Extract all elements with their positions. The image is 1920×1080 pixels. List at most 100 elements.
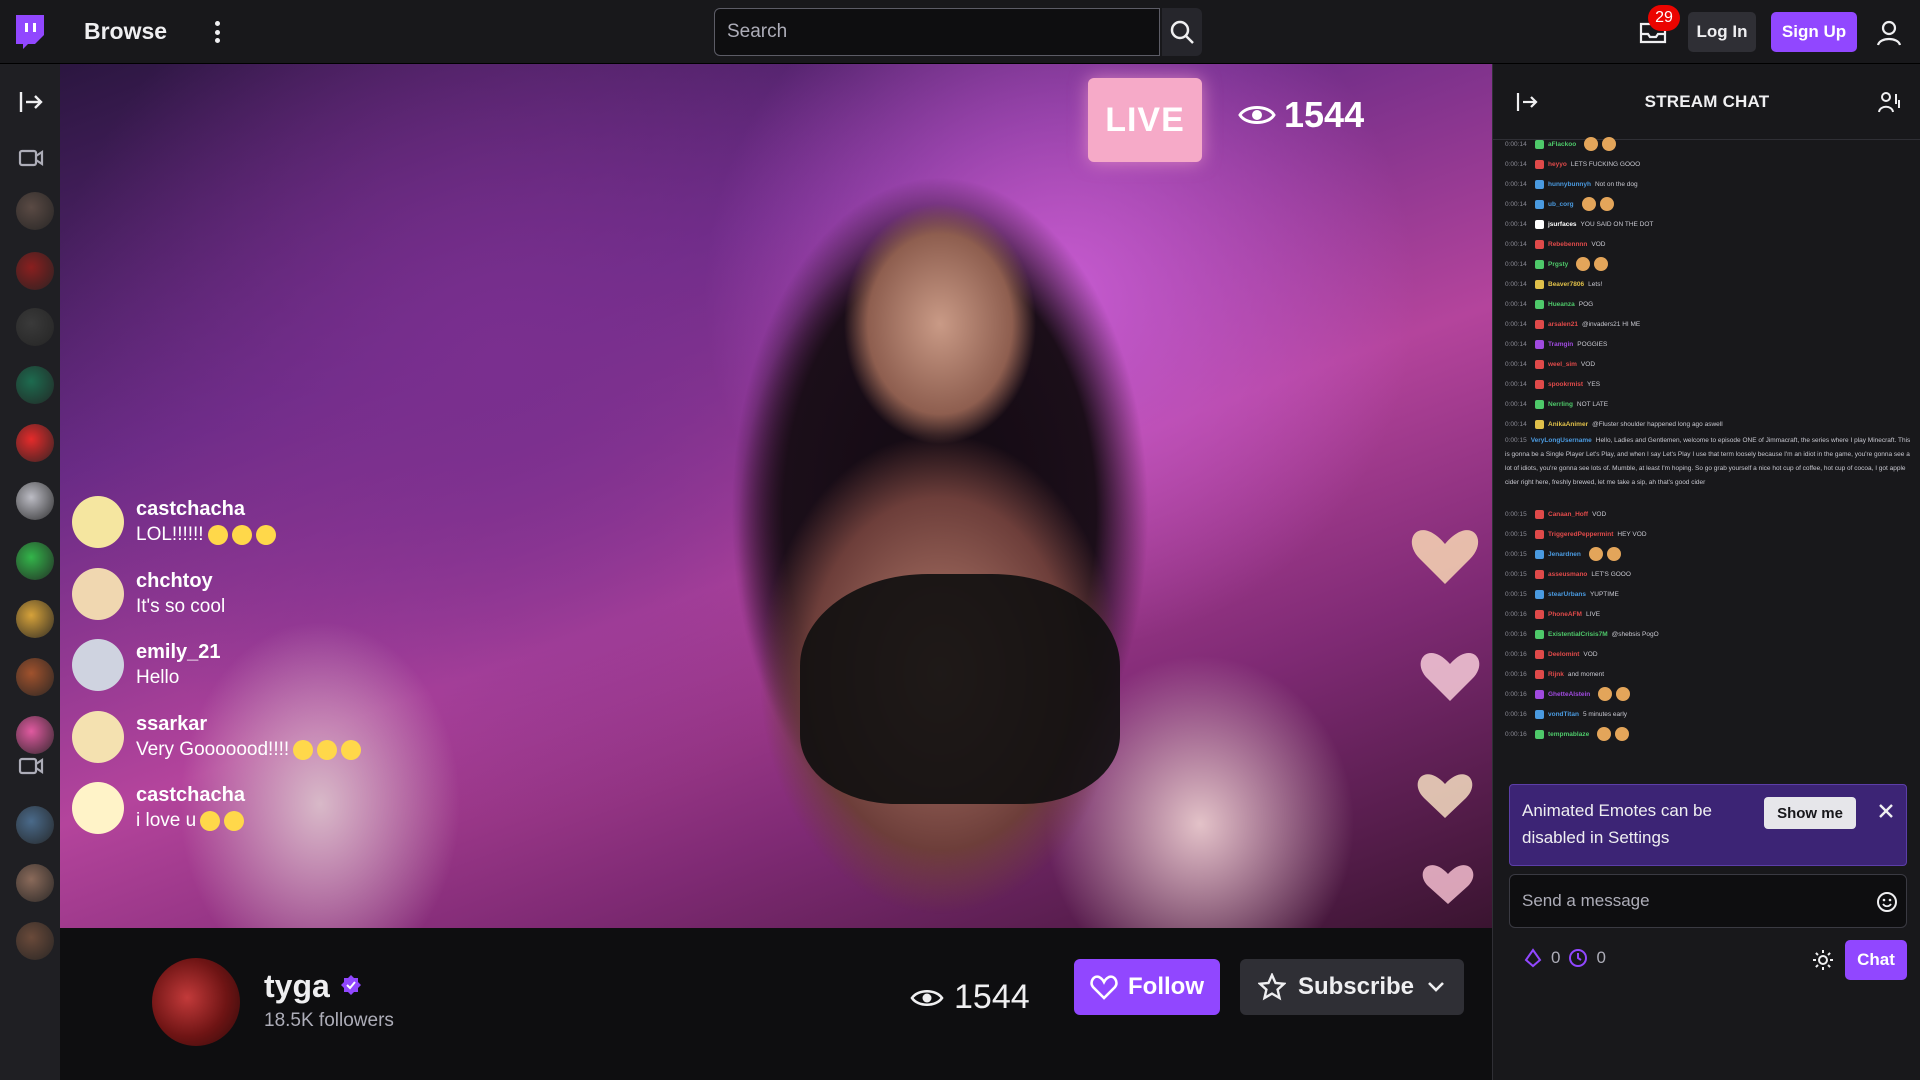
twitch-logo-icon[interactable] (12, 13, 46, 51)
chat-badge-icon (1535, 339, 1544, 349)
chat-line: 0:00:14 Tramgin POGGIES (1505, 334, 1913, 354)
chat-username[interactable]: Canaan_Hoff (1548, 511, 1588, 518)
overlay-message-body: emily_21 Hello (136, 639, 221, 691)
notice-text: Animated Emotes can be disabled in Setti… (1522, 801, 1712, 847)
sidebar-channel-avatar[interactable] (16, 864, 54, 902)
overlay-chat-message: castchacha i love u (72, 779, 245, 837)
sidebar-channel-avatar[interactable] (16, 806, 54, 844)
show-me-button[interactable]: Show me (1764, 797, 1856, 829)
overlay-chat-message: ssarkar Very Gooooood!!!! (72, 708, 362, 766)
sidebar-channel-avatar[interactable] (16, 658, 54, 696)
browse-link[interactable]: Browse (84, 18, 167, 45)
chat-timestamp: 0:00:15 (1505, 510, 1527, 518)
chat-username[interactable]: spookrmist (1548, 381, 1583, 388)
chat-message-text: Hello, Ladies and Gentlemen, welcome to … (1505, 437, 1911, 486)
chat-username[interactable]: asseusmano (1548, 571, 1587, 578)
search-field[interactable] (714, 8, 1160, 56)
chat-username[interactable]: arsalen21 (1548, 321, 1578, 328)
sidebar-channel-avatar[interactable] (16, 600, 54, 638)
chat-username[interactable]: AnikaAnimer (1548, 421, 1588, 428)
chat-username[interactable]: Tramgin (1548, 341, 1573, 348)
channel-points[interactable]: 0 0 (1523, 948, 1606, 968)
chat-username[interactable]: weel_sim (1548, 361, 1577, 368)
chat-username[interactable]: hunnybunnyh (1548, 181, 1591, 188)
video-player[interactable]: LIVE 1544 castchacha LOL!!!!!! chchtoy It's… (60, 64, 1492, 928)
sidebar-channel-avatar[interactable] (16, 192, 54, 230)
emote-picker-icon[interactable] (1876, 891, 1898, 913)
chat-username[interactable]: tempmablaze (1548, 731, 1589, 738)
chat-emote-icon (1602, 137, 1617, 151)
overlay-message-text: Very Gooooood!!!! (136, 739, 290, 760)
chat-timestamp: 0:00:15 (1505, 590, 1527, 598)
chat-username[interactable]: PhoneAFM (1548, 611, 1582, 618)
overlay-user-avatar (72, 711, 124, 763)
close-icon[interactable] (1876, 801, 1896, 821)
sidebar-channel-avatar[interactable] (16, 252, 54, 290)
floating-hearts-decoration (1411, 530, 1480, 904)
subscribe-button[interactable]: Subscribe (1240, 959, 1464, 1015)
chat-username[interactable]: Deelomint (1548, 651, 1579, 658)
search-button[interactable] (1162, 8, 1202, 56)
chat-username[interactable]: ub_corg (1548, 201, 1574, 208)
chat-input[interactable] (1510, 875, 1850, 927)
overlay-message-text: Hello (136, 667, 180, 688)
chat-username[interactable]: TriggeredPeppermint (1548, 531, 1613, 538)
sidebar-channel-avatar[interactable] (16, 482, 54, 520)
chat-message-text: HEY VOD (1617, 530, 1647, 538)
chat-username[interactable]: GhetteAlstein (1548, 691, 1590, 698)
user-menu-icon[interactable] (1874, 18, 1904, 48)
top-nav-bar: Browse 29 Log In Sign Up (0, 0, 1920, 64)
chat-username[interactable]: Nerrling (1548, 401, 1573, 408)
chat-username[interactable]: heyyo (1548, 161, 1567, 168)
chat-message-list[interactable]: 0:00:14 aFlackoo 0:00:14 heyyo LETS FUCKING … (1505, 134, 1913, 834)
chat-username[interactable]: stearUrbans (1548, 591, 1586, 598)
follow-button[interactable]: Follow (1074, 959, 1220, 1015)
chat-username[interactable]: Rijnk (1548, 671, 1564, 678)
chat-username[interactable]: Hueanza (1548, 301, 1575, 308)
chat-message-text: LIVE (1585, 610, 1601, 618)
chat-settings-gear-icon[interactable] (1811, 948, 1835, 972)
sidebar-channel-avatar[interactable] (16, 922, 54, 960)
overlay-viewer-number: 1544 (1284, 94, 1365, 135)
chat-timestamp: 0:00:14 (1505, 320, 1527, 328)
follow-label: Follow (1128, 973, 1204, 1000)
chat-badge-icon (1535, 239, 1544, 249)
sidebar-channel-avatar[interactable] (16, 542, 54, 580)
chat-message-field[interactable] (1509, 874, 1907, 928)
streamer-name[interactable]: tyga (264, 968, 330, 1005)
chat-username[interactable]: jsurfaces (1548, 221, 1577, 228)
chat-username[interactable]: Rebebennnn (1548, 241, 1587, 248)
chat-timestamp: 0:00:16 (1505, 630, 1527, 638)
chat-timestamp: 0:00:15 (1505, 437, 1527, 444)
chat-timestamp: 0:00:15 (1505, 570, 1527, 578)
chat-line: 0:00:16 PhoneAFM LIVE (1505, 604, 1913, 624)
chat-badge-icon (1535, 359, 1544, 369)
overlay-message-line: Very Gooooood!!!! (136, 737, 362, 763)
viewer-count: 1544 (910, 978, 1030, 1017)
chat-timestamp: 0:00:16 (1505, 710, 1527, 718)
chat-username[interactable]: Beaver7806 (1548, 281, 1584, 288)
signup-button[interactable]: Sign Up (1771, 12, 1857, 52)
chat-username[interactable]: vondTitan (1548, 711, 1579, 718)
streamer-avatar[interactable] (152, 958, 240, 1046)
sidebar-channel-avatar[interactable] (16, 366, 54, 404)
sidebar-channel-avatar[interactable] (16, 424, 54, 462)
chat-message-text: YUPTIME (1589, 590, 1619, 598)
send-chat-button[interactable]: Chat (1845, 940, 1907, 980)
chat-username[interactable]: Prgsty (1548, 261, 1568, 268)
sidebar-channel-avatar[interactable] (16, 308, 54, 346)
chat-username[interactable]: ExistentialCrisis7M (1548, 631, 1608, 638)
community-users-icon[interactable] (1877, 90, 1901, 114)
bits-count: 0 (1551, 948, 1561, 967)
chat-emote-icon (1598, 687, 1613, 701)
chat-badge-icon (1535, 139, 1544, 149)
expand-sidebar-icon[interactable] (17, 88, 45, 116)
chat-username[interactable]: aFlackoo (1548, 141, 1576, 148)
more-options-icon[interactable] (210, 18, 224, 46)
chat-username[interactable]: VeryLongUsername (1531, 437, 1592, 444)
sidebar-channel-avatar[interactable] (16, 716, 54, 754)
chat-line: 0:00:14 AnikaAnimer @Fluster shoulder happ… (1505, 414, 1913, 434)
login-button[interactable]: Log In (1688, 12, 1756, 52)
search-input[interactable] (715, 9, 1159, 55)
chat-username[interactable]: Jenardnen (1548, 551, 1581, 558)
